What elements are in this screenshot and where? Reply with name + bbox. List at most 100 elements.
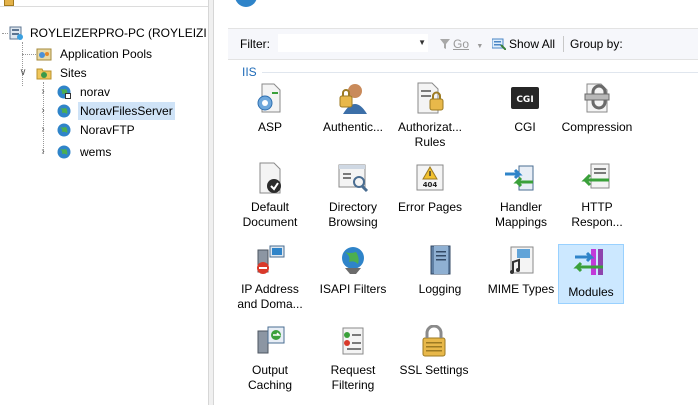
feature-logging[interactable]: Logging xyxy=(405,244,475,297)
modules-icon xyxy=(573,249,603,275)
directory-browsing-icon xyxy=(338,164,369,193)
show-all-icon xyxy=(492,38,506,50)
ip-address-domain-icon xyxy=(257,245,285,274)
feature-handler-mappings[interactable]: Handler Mappings xyxy=(482,162,560,230)
asp-icon xyxy=(257,83,281,113)
cgi-icon: CGI xyxy=(511,87,539,109)
feature-cgi[interactable]: CGI CGI xyxy=(490,82,560,135)
feature-ssl-settings[interactable]: SSL Settings xyxy=(396,325,472,378)
feature-directory-browsing[interactable]: Directory Browsing xyxy=(315,162,391,230)
filter-label: Filter: xyxy=(240,37,270,51)
connections-tree: ROYLEIZERPRO-PC (ROYLEIZI Application Po… xyxy=(0,0,208,405)
tree-top-edge xyxy=(0,0,208,7)
feature-label: Output xyxy=(251,363,289,377)
go-button[interactable]: Go ▼ xyxy=(440,37,483,51)
ssl-settings-icon xyxy=(422,325,446,357)
go-dropdown-arrow-icon[interactable]: ▼ xyxy=(476,43,483,50)
section-title-iis: IIS xyxy=(242,65,257,79)
tree-item-sites[interactable]: ∨ Sites xyxy=(18,64,208,82)
globe-icon xyxy=(57,145,71,159)
feature-label: MIME Types xyxy=(487,282,555,296)
expand-chevron-icon[interactable]: › xyxy=(38,106,48,116)
output-caching-icon xyxy=(257,326,285,354)
feature-label: Filtering xyxy=(331,378,375,392)
sites-folder-icon xyxy=(36,68,52,80)
group-by-label[interactable]: Group by: xyxy=(570,37,623,51)
filter-toolbar: Filter: ▼ Go ▼ Show All Group by: xyxy=(228,28,698,60)
feature-label: Directory xyxy=(328,200,377,214)
dropdown-arrow-icon[interactable]: ▼ xyxy=(418,38,426,47)
tree-item-server[interactable]: ROYLEIZERPRO-PC (ROYLEIZI xyxy=(8,24,208,42)
section-divider xyxy=(262,72,698,73)
tree-item-site-norav[interactable]: › norav xyxy=(38,83,208,101)
feature-default-document[interactable]: Default Document xyxy=(235,162,305,230)
application-pools-icon xyxy=(36,48,52,61)
default-document-icon xyxy=(259,162,281,194)
feature-label: Authentic... xyxy=(322,120,384,134)
cgi-badge-text: CGI xyxy=(516,95,533,105)
feature-label: Authorizat... xyxy=(397,120,463,134)
show-all-label: Show All xyxy=(509,37,556,51)
feature-ip-address-domain[interactable]: IP Address and Doma... xyxy=(235,244,305,312)
tree-item-site-noravfilesserver[interactable]: › NoravFilesServer xyxy=(38,102,208,120)
feature-label: ISAPI Filters xyxy=(319,282,387,296)
tree-item-site-noravftp[interactable]: › NoravFTP xyxy=(38,121,208,139)
site-label: NoravFilesServer xyxy=(78,102,175,120)
application-pools-label: Application Pools xyxy=(60,47,153,61)
features-view: Filter: ▼ Go ▼ Show All Group by: IIS AS… xyxy=(214,0,698,405)
feature-request-filtering[interactable]: Request Filtering xyxy=(318,325,388,393)
error-badge-text: 404 xyxy=(423,181,438,189)
feature-label: Rules xyxy=(414,135,446,149)
feature-http-response-headers[interactable]: HTTP Respon... xyxy=(562,162,632,230)
authentication-icon xyxy=(339,84,367,114)
feature-label: Document xyxy=(242,215,298,229)
tree-item-application-pools[interactable]: Application Pools xyxy=(36,45,208,63)
feature-compression[interactable]: Compression xyxy=(555,82,639,135)
go-label: Go xyxy=(453,37,470,51)
expand-chevron-icon[interactable]: › xyxy=(38,87,48,97)
feature-label: Modules xyxy=(568,285,614,299)
tree-item-site-wems[interactable]: › wems xyxy=(38,143,208,161)
feature-label: Compression xyxy=(561,120,633,134)
feature-label: IP Address xyxy=(241,282,299,296)
start-page-icon xyxy=(4,0,14,6)
site-label: wems xyxy=(80,145,112,159)
expand-chevron-icon[interactable]: › xyxy=(38,147,48,157)
feature-label: Mappings xyxy=(494,215,548,229)
show-all-button[interactable]: Show All xyxy=(492,37,555,51)
feature-label: SSL Settings xyxy=(399,363,469,377)
feature-label: ASP xyxy=(257,120,282,134)
tree-connector xyxy=(22,54,36,55)
mime-types-icon xyxy=(510,246,534,274)
feature-label: HTTP xyxy=(581,200,613,214)
feature-label: Handler xyxy=(499,200,543,214)
funnel-icon xyxy=(440,39,450,49)
feature-isapi-filters[interactable]: ISAPI Filters xyxy=(314,244,392,297)
feature-mime-types[interactable]: MIME Types xyxy=(478,244,564,297)
feature-label: CGI xyxy=(514,120,536,134)
feature-output-caching[interactable]: Output Caching xyxy=(235,325,305,393)
feature-label: Respon... xyxy=(571,215,623,229)
feature-error-pages[interactable]: 404 Error Pages xyxy=(395,162,465,215)
feature-authorization-rules[interactable]: Authorizat... Rules xyxy=(395,82,465,150)
request-filtering-icon xyxy=(342,327,364,355)
compression-icon xyxy=(584,83,610,113)
globe-icon xyxy=(57,104,71,118)
collapse-chevron-icon[interactable]: ∨ xyxy=(18,68,28,78)
feature-modules[interactable]: Modules xyxy=(558,244,624,304)
feature-label: Browsing xyxy=(328,215,378,229)
logging-icon xyxy=(430,245,451,275)
feature-asp[interactable]: ASP xyxy=(235,82,305,135)
handler-mappings-icon xyxy=(505,165,534,191)
header-globe-icon xyxy=(235,0,257,7)
feature-label: Error Pages xyxy=(397,200,463,214)
site-label: NoravFTP xyxy=(80,123,135,137)
http-response-headers-icon xyxy=(581,163,610,189)
feature-label: and Doma... xyxy=(237,297,303,311)
site-label: norav xyxy=(80,85,111,99)
filter-input[interactable]: ▼ xyxy=(278,34,428,52)
expand-chevron-icon[interactable]: › xyxy=(38,125,48,135)
feature-authentication[interactable]: Authentic... xyxy=(315,82,391,135)
feature-label: Caching xyxy=(247,378,293,392)
server-label: ROYLEIZERPRO-PC (ROYLEIZI xyxy=(30,26,207,40)
